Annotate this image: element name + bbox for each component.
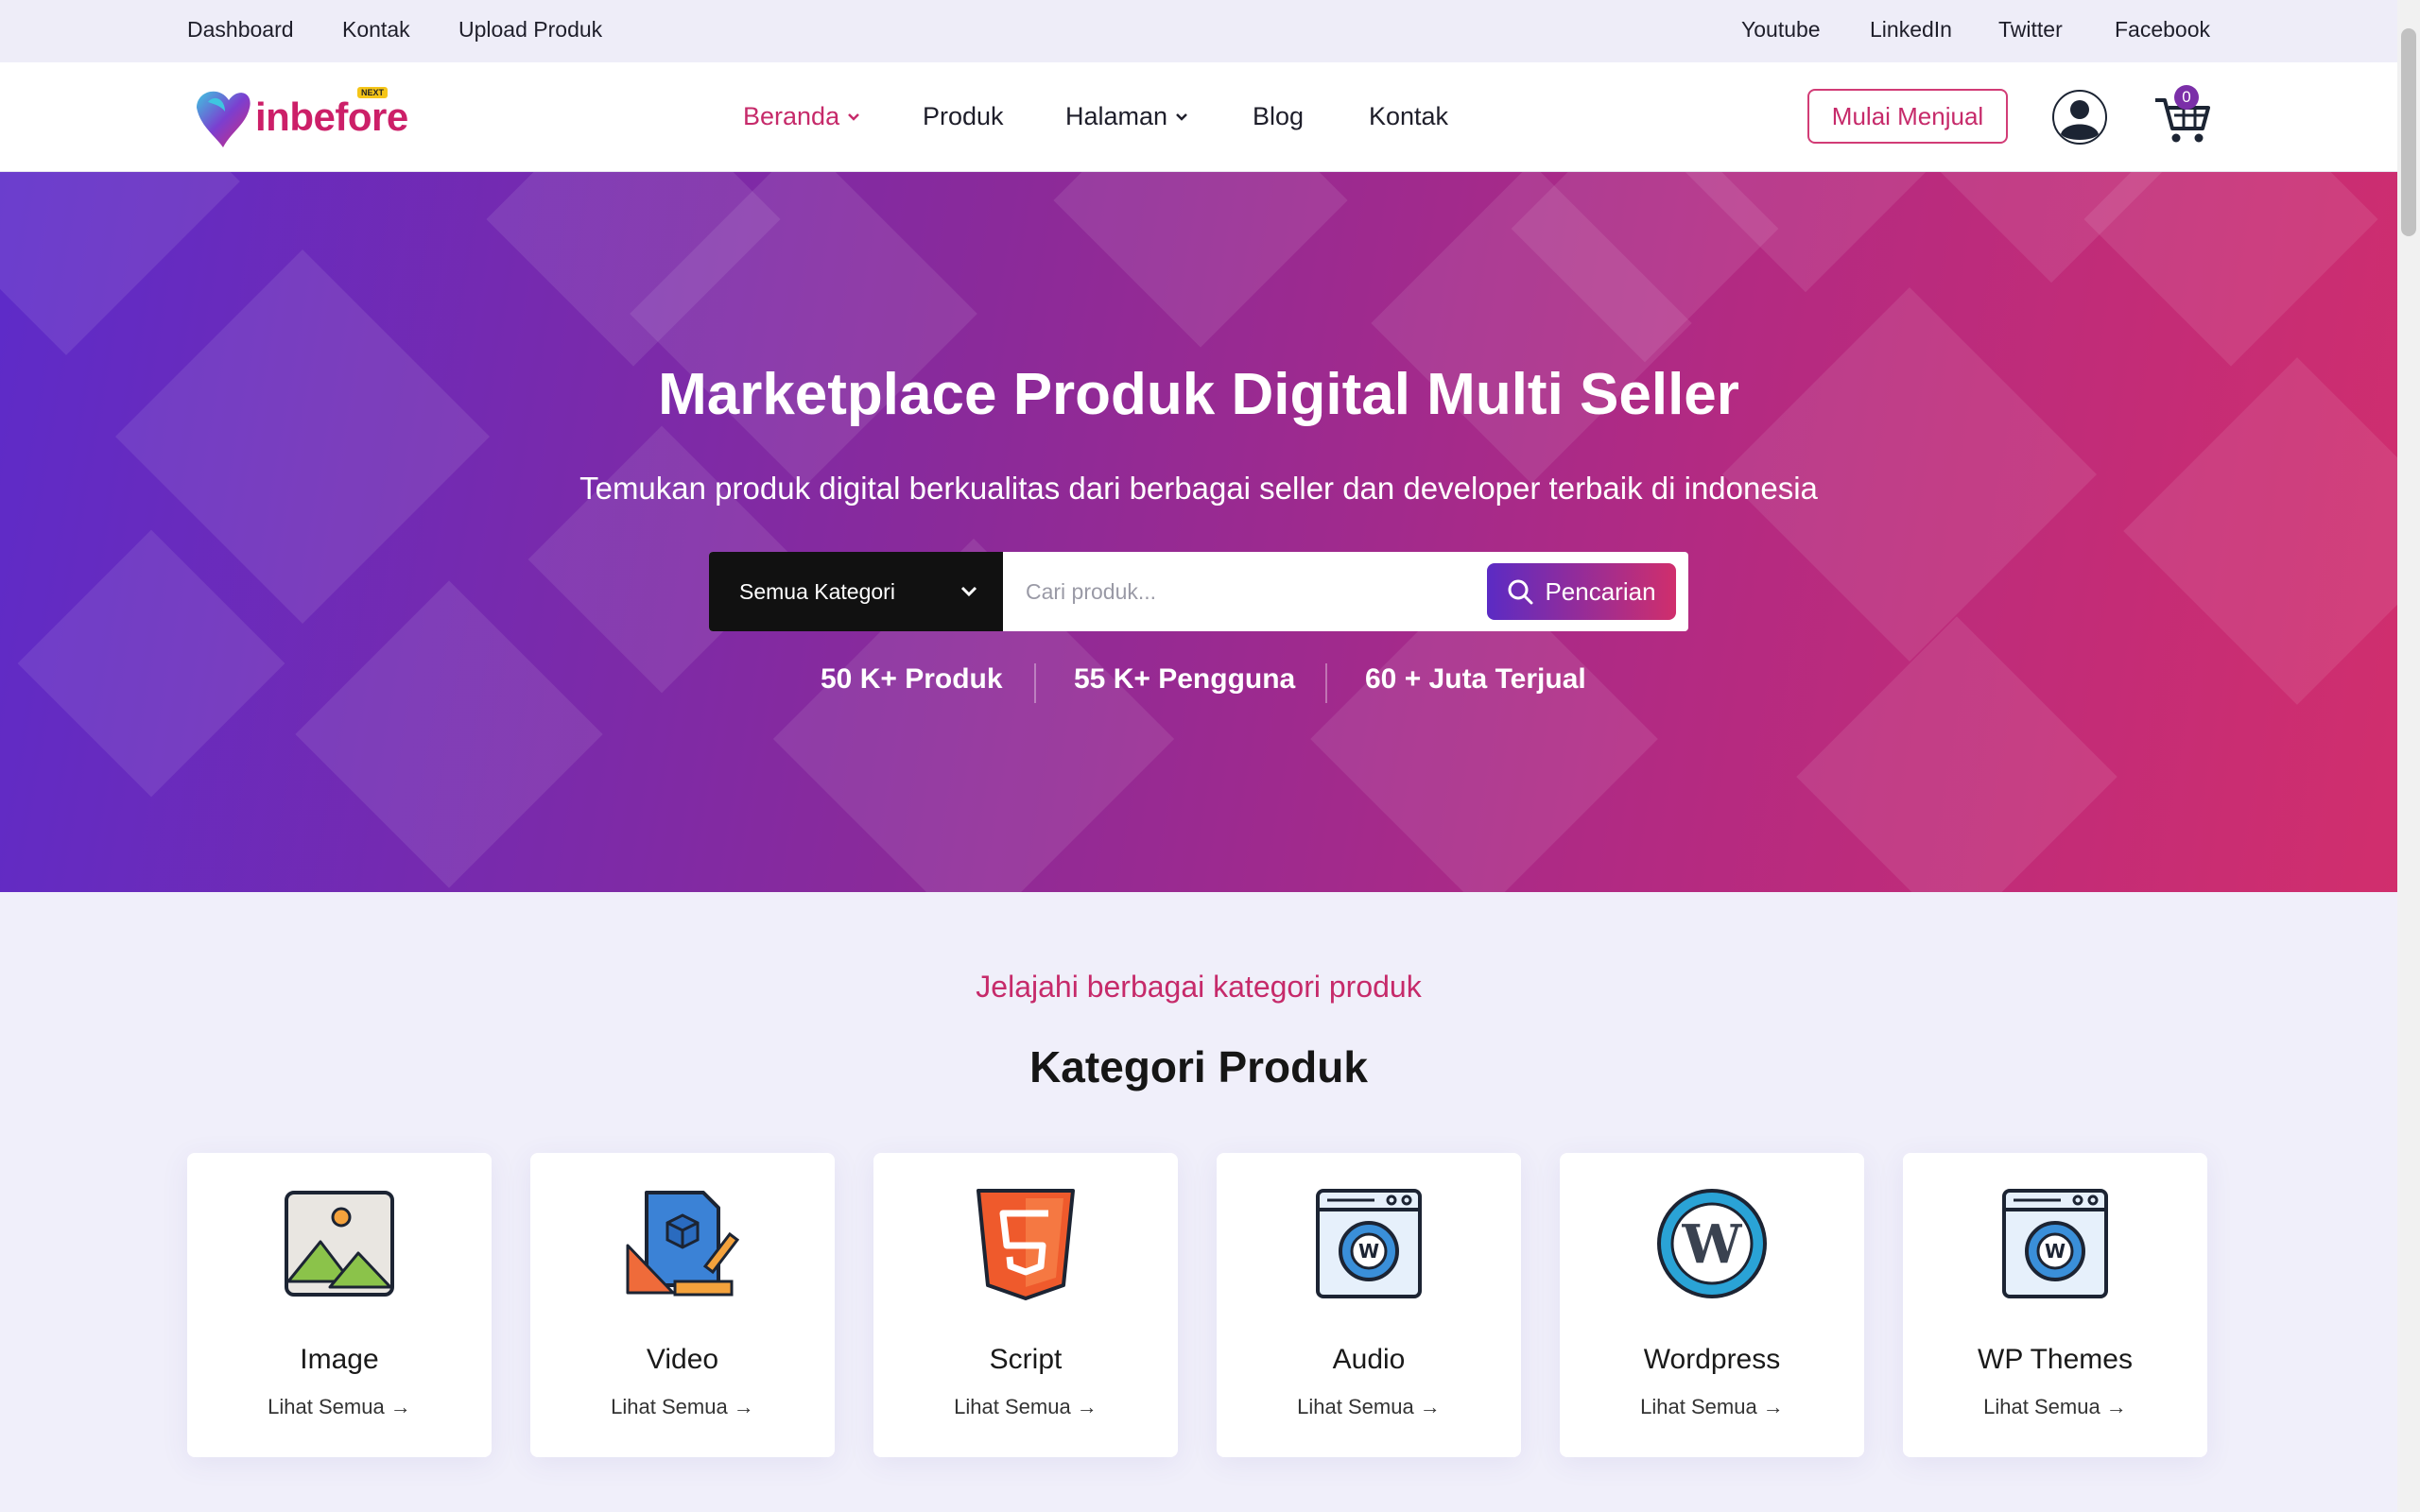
wordpress-window-icon: W [1316,1189,1422,1298]
svg-text:W: W [1682,1213,1743,1276]
topbar-link-kontak[interactable]: Kontak [342,17,410,43]
top-utility-bar: Dashboard Kontak Upload Produk Youtube L… [0,0,2397,62]
main-navbar: inbefore NEXT Beranda Produk Halaman Blo… [0,62,2397,172]
nav-item-label: Blog [1253,102,1305,130]
topbar-link-twitter[interactable]: Twitter [1998,17,2063,43]
nav-item-blog[interactable]: Blog [1253,102,1304,131]
svg-text:W: W [1358,1240,1379,1263]
category-name: Video [646,1344,719,1375]
logo-wordmark: inbefore [255,94,408,139]
topbar-link-linkedin[interactable]: LinkedIn [1870,17,1952,43]
stat-divider [1034,663,1036,703]
chevron-down-icon [960,586,977,597]
topbar-link-dashboard[interactable]: Dashboard [187,17,294,43]
page-scrollbar[interactable] [2397,0,2420,1512]
topbar-link-youtube[interactable]: Youtube [1741,17,1821,43]
see-all-link[interactable]: Lihat Semua → [1217,1395,1521,1419]
search-input[interactable] [1003,552,1476,631]
nav-item-label: Kontak [1369,102,1449,130]
image-icon [285,1191,394,1297]
category-card-wordpress[interactable]: W Wordpress Lihat Semua → [1560,1153,1864,1457]
svg-text:W: W [2045,1240,2066,1263]
search-button-label: Pencarian [1545,576,1656,606]
wordpress-window-icon: W [2002,1189,2108,1298]
site-logo[interactable]: inbefore NEXT [187,79,414,155]
scrollbar-thumb[interactable] [2401,28,2416,236]
category-card-wp-themes[interactable]: W WP Themes Lihat Semua → [1903,1153,2207,1457]
hero-background-shapes [0,172,2397,892]
stat-products: 50 K+ Produk [821,663,1003,695]
user-account-icon[interactable] [2051,89,2108,146]
category-card-video[interactable]: Video Lihat Semua → [530,1153,835,1457]
category-name: Audio [1332,1344,1406,1375]
search-bar: Semua Kategori Pencarian [709,552,1688,631]
nav-item-label: Halaman [1065,102,1168,130]
category-card-image[interactable]: Image Lihat Semua → [187,1153,492,1457]
category-card-script[interactable]: Script Lihat Semua → [873,1153,1178,1457]
stat-sold: 60 + Juta Terjual [1365,663,1586,695]
see-all-link[interactable]: Lihat Semua → [530,1395,835,1419]
nav-item-label: Beranda [743,102,840,130]
search-button[interactable]: Pencarian [1487,563,1676,620]
cart-count-badge: 0 [2174,85,2199,110]
nav-item-produk[interactable]: Produk [923,102,1004,131]
see-all-link[interactable]: Lihat Semua → [1560,1395,1864,1419]
nav-item-halaman[interactable]: Halaman [1065,102,1188,131]
start-selling-button[interactable]: Mulai Menjual [1807,89,2008,144]
category-name: Wordpress [1643,1344,1781,1375]
wordpress-logo-icon: W [1657,1189,1767,1298]
search-icon [1508,579,1533,605]
nav-item-beranda[interactable]: Beranda [743,102,860,131]
stat-divider [1325,663,1327,703]
see-all-link[interactable]: Lihat Semua → [1903,1395,2207,1419]
hero-subtitle: Temukan produk digital berkualitas dari … [579,471,1818,506]
hero-banner: Marketplace Produk Digital Multi Seller … [0,172,2397,892]
category-name: Script [989,1344,1063,1375]
category-name: Image [300,1344,379,1375]
categories-eyebrow: Jelajahi berbagai kategori produk [976,970,1422,1004]
nav-item-label: Produk [923,102,1004,130]
hero-title: Marketplace Produk Digital Multi Seller [658,362,1739,427]
categories-heading: Kategori Produk [1029,1042,1368,1091]
chevron-down-icon [848,112,859,121]
logo-badge: NEXT [357,87,389,98]
html5-icon [977,1189,1075,1300]
topbar-link-facebook[interactable]: Facebook [2115,17,2210,43]
see-all-link[interactable]: Lihat Semua → [873,1395,1178,1419]
design-tools-icon [626,1191,739,1297]
category-select-value: Semua Kategori [739,578,895,604]
logo-bird-icon [197,91,251,147]
category-name: WP Themes [1978,1344,2133,1375]
topbar-link-upload-produk[interactable]: Upload Produk [458,17,602,43]
category-card-audio[interactable]: W Audio Lihat Semua → [1217,1153,1521,1457]
stat-users: 55 K+ Pengguna [1074,663,1296,695]
hero-stats: 50 K+ Produk 55 K+ Pengguna 60 + Juta Te… [0,663,2397,705]
chevron-down-icon [1176,112,1187,121]
category-select[interactable]: Semua Kategori [709,552,1003,631]
see-all-link[interactable]: Lihat Semua → [187,1395,492,1419]
nav-item-kontak[interactable]: Kontak [1369,102,1448,131]
